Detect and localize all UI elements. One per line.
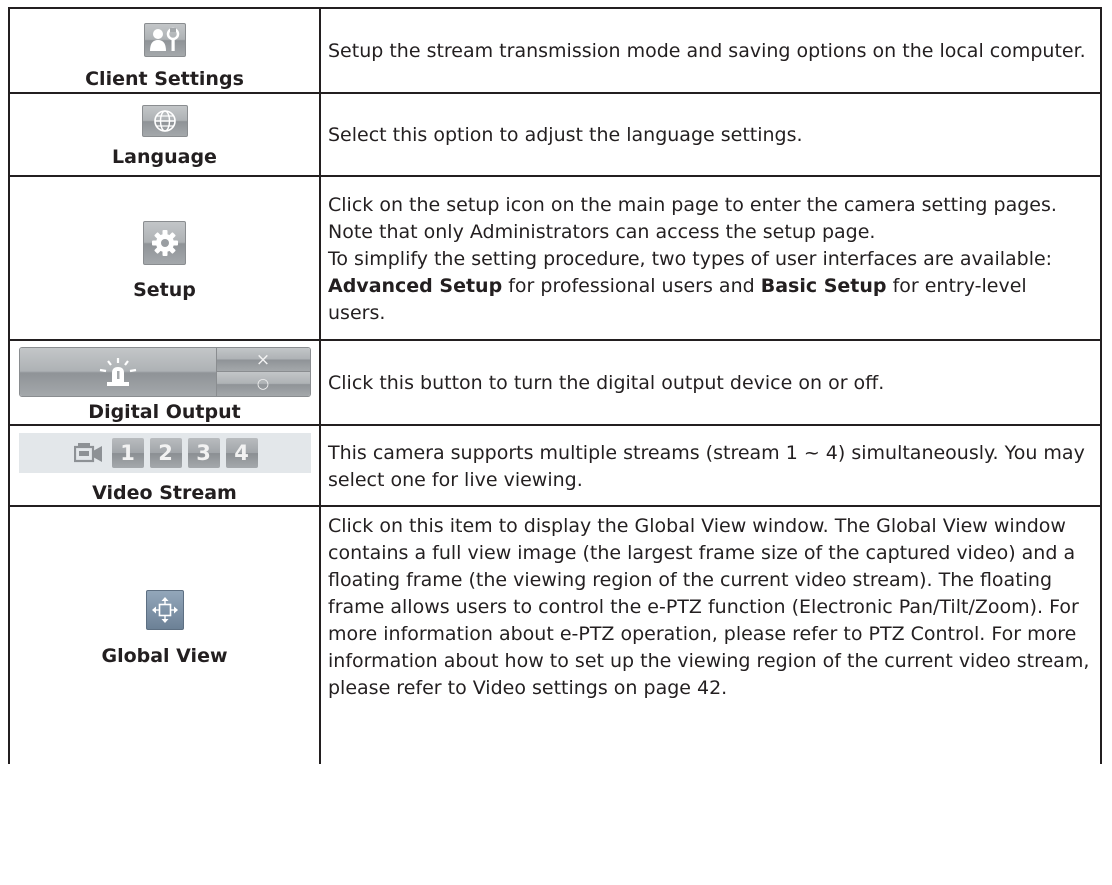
stream-selector: 1 2 3 4	[18, 433, 311, 473]
row-description: Click on the setup icon on the main page…	[319, 175, 1102, 341]
row-description: This camera supports multiple streams (s…	[319, 424, 1102, 507]
client-settings-icon[interactable]	[143, 23, 186, 57]
icon-cell: × ○ Digital Output	[8, 339, 321, 426]
table-row: Setup Click on the setup icon on the mai…	[8, 175, 1102, 341]
feature-table: Client Settings Setup the stream transmi…	[8, 7, 1102, 764]
icon-cell: 1 2 3 4 Video Stream	[8, 424, 321, 507]
table-row: Language Select this option to adjust th…	[8, 92, 1102, 177]
icon-cell: Setup	[8, 175, 321, 341]
row-label: Digital Output	[88, 401, 241, 423]
row-label: Video Stream	[92, 482, 237, 504]
camera-icon	[72, 438, 106, 468]
row-description: Click on this item to display the Global…	[319, 505, 1102, 764]
table-row: Global View Click on this item to displa…	[8, 505, 1102, 764]
icon-cell: Language	[8, 92, 321, 177]
table-row: × ○ Digital Output Click this button to …	[8, 339, 1102, 426]
stream-2-button[interactable]: 2	[149, 438, 182, 468]
table-row: 1 2 3 4 Video Stream This camera support…	[8, 424, 1102, 507]
gear-icon[interactable]	[143, 221, 186, 265]
stream-3-button[interactable]: 3	[187, 438, 220, 468]
table-row: Client Settings Setup the stream transmi…	[8, 7, 1102, 94]
row-description: Click this button to turn the digital ou…	[319, 339, 1102, 426]
basic-setup-term: Basic Setup	[760, 274, 887, 297]
row-description: Setup the stream transmission mode and s…	[319, 7, 1102, 94]
stream-1-button[interactable]: 1	[111, 438, 144, 468]
row-label: Language	[112, 146, 217, 168]
stream-4-button[interactable]: 4	[225, 438, 258, 468]
advanced-setup-term: Advanced Setup	[328, 274, 503, 297]
global-view-icon[interactable]	[145, 590, 184, 630]
row-label: Client Settings	[85, 68, 244, 90]
alarm-light-icon[interactable]	[19, 348, 217, 396]
digital-output-control: × ○	[18, 347, 311, 397]
icon-cell: Client Settings	[8, 7, 321, 94]
globe-icon[interactable]	[141, 105, 188, 137]
icon-cell: Global View	[8, 505, 321, 764]
desc-text: Click on the setup icon on the main page…	[328, 193, 1057, 243]
row-label: Setup	[133, 279, 196, 301]
row-description: Select this option to adjust the languag…	[319, 92, 1102, 177]
output-on-button[interactable]: ○	[216, 372, 310, 396]
output-off-button[interactable]: ×	[216, 348, 310, 372]
desc-text: for professional users and	[502, 274, 761, 297]
desc-text: To simplify the setting procedure, two t…	[328, 247, 1053, 270]
row-label: Global View	[101, 645, 228, 667]
